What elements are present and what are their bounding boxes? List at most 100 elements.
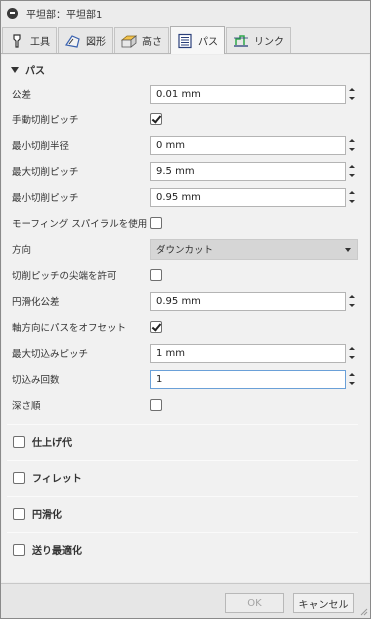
tab-geometry[interactable]: 図形 <box>58 27 113 53</box>
min-cutting-radius-label: 最小切削半径 <box>12 141 70 152</box>
offset-axial-label: 軸方向にパスをオフセット <box>12 323 127 334</box>
expand-triangle-icon <box>11 66 19 73</box>
ok-button[interactable]: OK <box>225 593 284 613</box>
tolerance-label: 公差 <box>12 90 32 101</box>
min-cutting-radius-row: 最小切削半径 0 mm <box>12 135 362 155</box>
max-stepover-input[interactable]: 9.5 mm <box>150 161 346 181</box>
feed-optimization-label: 送り最適化 <box>32 546 82 557</box>
panel-content: パス 公差 0.01 mm 手動切削ピッチ 最小切削半径 0 mm 最大切削ピッ… <box>2 55 369 582</box>
num-stepdowns-value: 1 <box>156 373 163 385</box>
heights-icon <box>120 34 138 48</box>
manual-stepover-row: 手動切削ピッチ <box>12 109 362 129</box>
spin-up-icon <box>349 164 355 168</box>
divider <box>7 460 358 461</box>
tab-linking-label: リンク <box>254 37 284 48</box>
num-stepdowns-spinner[interactable] <box>348 370 356 389</box>
spin-down-icon <box>349 97 355 101</box>
resize-grip-icon[interactable] <box>360 608 368 616</box>
max-stepdown-spinner[interactable] <box>348 344 356 363</box>
smoothing-tolerance-label: 円滑化公差 <box>12 297 60 308</box>
max-stepdown-input[interactable]: 1 mm <box>150 343 346 363</box>
morphing-spiral-checkbox[interactable] <box>150 217 162 229</box>
min-stepover-spinner[interactable] <box>348 188 356 207</box>
spin-down-icon <box>349 200 355 204</box>
stock-to-leave-checkbox[interactable] <box>13 435 25 448</box>
tolerance-value: 0.01 mm <box>156 88 201 100</box>
max-stepdown-value: 1 mm <box>156 347 186 359</box>
cancel-button[interactable]: キャンセル <box>293 593 354 613</box>
max-stepover-spinner[interactable] <box>348 162 356 181</box>
num-stepdowns-label: 切込み回数 <box>12 375 60 386</box>
smoothing-tolerance-spinner[interactable] <box>348 292 356 311</box>
num-stepdowns-row: 切込み回数 1 <box>12 369 362 389</box>
tab-tool[interactable]: 工具 <box>2 27 57 53</box>
smoothing-tolerance-value: 0.95 mm <box>156 295 201 307</box>
feed-optimization-group[interactable]: 送り最適化 <box>13 542 82 557</box>
min-stepover-value: 0.95 mm <box>156 191 201 203</box>
allow-stepover-cusps-row: 切削ピッチの尖端を許可 <box>12 265 362 285</box>
max-stepdown-row: 最大切込みピッチ 1 mm <box>12 343 362 363</box>
morphing-spiral-row: モーフィング スパイラルを使用 <box>12 213 362 233</box>
direction-row: 方向 ダウンカット <box>12 238 362 260</box>
direction-select[interactable]: ダウンカット <box>150 238 358 260</box>
min-cutting-radius-spinner[interactable] <box>348 136 356 155</box>
smoothing-group[interactable]: 円滑化 <box>13 506 62 521</box>
tab-bar: 工具 図形 高さ パス リンク <box>1 26 370 54</box>
offset-axial-row: 軸方向にパスをオフセット <box>12 317 362 337</box>
stock-to-leave-group[interactable]: 仕上げ代 <box>13 434 72 449</box>
tab-passes[interactable]: パス <box>170 26 225 54</box>
tab-geometry-label: 図形 <box>86 37 106 48</box>
collapse-icon[interactable] <box>7 7 18 19</box>
allow-stepover-cusps-checkbox[interactable] <box>150 269 162 281</box>
allow-stepover-cusps-label: 切削ピッチの尖端を許可 <box>12 271 117 282</box>
spin-up-icon <box>349 190 355 194</box>
linking-icon <box>234 34 248 47</box>
min-cutting-radius-input[interactable]: 0 mm <box>150 135 346 155</box>
manual-stepover-label: 手動切削ピッチ <box>12 115 79 126</box>
tab-tool-label: 工具 <box>30 37 50 48</box>
spin-down-icon <box>349 174 355 178</box>
min-stepover-row: 最小切削ピッチ 0.95 mm <box>12 187 362 207</box>
depth-first-row: 深さ順 <box>12 395 362 415</box>
tab-heights[interactable]: 高さ <box>114 27 169 53</box>
spin-up-icon <box>349 138 355 142</box>
smoothing-tolerance-row: 円滑化公差 0.95 mm <box>12 291 362 311</box>
spin-down-icon <box>349 382 355 386</box>
fillet-checkbox[interactable] <box>13 471 25 484</box>
tab-passes-label: パス <box>198 37 218 48</box>
morphing-spiral-label: モーフィング スパイラルを使用 <box>12 219 148 230</box>
tab-heights-label: 高さ <box>142 37 162 48</box>
smoothing-label: 円滑化 <box>32 510 62 521</box>
dropdown-caret-icon <box>345 247 351 252</box>
dialog-title: 平坦部：平坦部1 <box>26 9 103 21</box>
title-bar: 平坦部：平坦部1 <box>1 1 370 25</box>
depth-first-checkbox[interactable] <box>150 399 162 411</box>
divider <box>7 532 358 533</box>
smoothing-checkbox[interactable] <box>13 507 25 520</box>
min-stepover-input[interactable]: 0.95 mm <box>150 187 346 207</box>
spin-down-icon <box>349 356 355 360</box>
max-stepover-label: 最大切削ピッチ <box>12 167 79 178</box>
feed-optimization-checkbox[interactable] <box>13 543 25 556</box>
manual-stepover-checkbox[interactable] <box>150 113 162 125</box>
fillet-label: フィレット <box>32 474 82 485</box>
tolerance-input[interactable]: 0.01 mm <box>150 84 346 104</box>
passes-section-header[interactable]: パス <box>11 62 45 77</box>
passes-section-title: パス <box>25 66 45 77</box>
tolerance-row: 公差 0.01 mm <box>12 84 362 104</box>
smoothing-tolerance-input[interactable]: 0.95 mm <box>150 291 346 311</box>
offset-axial-checkbox[interactable] <box>150 321 162 333</box>
geometry-icon <box>64 34 80 48</box>
spin-up-icon <box>349 372 355 376</box>
tool-icon <box>13 33 21 48</box>
fillet-group[interactable]: フィレット <box>13 470 82 485</box>
min-stepover-label: 最小切削ピッチ <box>12 193 79 204</box>
max-stepdown-label: 最大切込みピッチ <box>12 349 89 360</box>
num-stepdowns-input[interactable]: 1 <box>150 369 346 389</box>
tolerance-spinner[interactable] <box>348 85 356 104</box>
depth-first-label: 深さ順 <box>12 401 41 412</box>
max-stepover-value: 9.5 mm <box>156 165 195 177</box>
tab-linking[interactable]: リンク <box>226 27 291 53</box>
max-stepover-row: 最大切削ピッチ 9.5 mm <box>12 161 362 181</box>
spin-down-icon <box>349 148 355 152</box>
